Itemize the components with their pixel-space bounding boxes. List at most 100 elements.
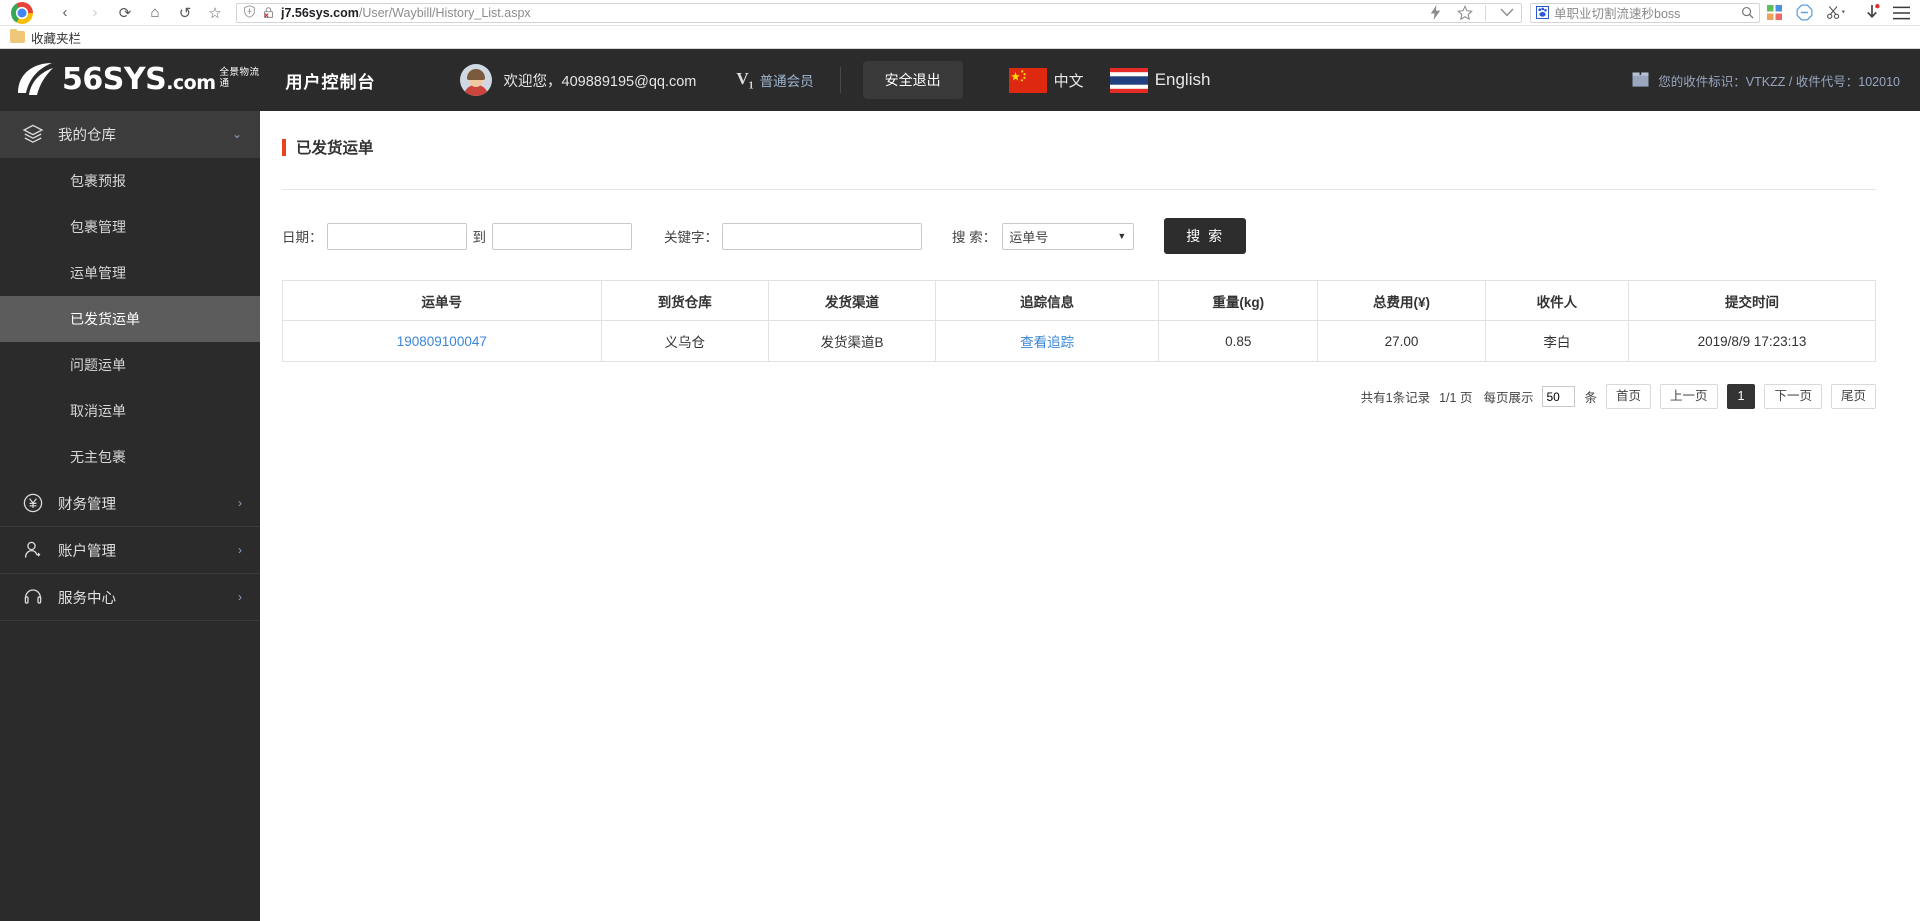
prev-page-button[interactable]: 上一页 (1660, 384, 1718, 409)
omnibox-actions (1417, 4, 1515, 21)
column-weight: 重量(kg) (1158, 280, 1319, 321)
brand-name: 56SYS.com (62, 62, 216, 97)
language-switch-english[interactable]: English (1109, 67, 1211, 93)
per-page-input[interactable] (1542, 386, 1576, 407)
language-label-english: English (1154, 70, 1211, 89)
waybill-link[interactable]: 190809100047 (397, 334, 487, 349)
brand-logo[interactable]: 56SYS.com 全景物流通 (12, 59, 268, 101)
url-domain: j7.56sys.com (281, 5, 359, 20)
sidebar-item-waybill-management[interactable]: 运单管理 (0, 250, 260, 296)
sidebar-group-my-warehouse[interactable]: 我的仓库 ⌄ (0, 111, 260, 158)
search-field-label: 搜 索： (952, 230, 997, 245)
column-waybill-no: 运单号 (282, 280, 602, 321)
receiver-info-text: 您的收件标识：VTKZZ / 收件代号：102010 (1658, 74, 1900, 89)
url-text: j7.56sys.com/User/Waybill/History_List.a… (281, 6, 531, 20)
cell-weight: 0.85 (1158, 320, 1319, 362)
table-row[interactable]: 190809100047 义乌仓 发货渠道B 查看追踪 0.85 27.00 李… (282, 320, 1876, 362)
chevron-right-icon: › (238, 496, 242, 510)
vip-badge-icon: V1 (736, 68, 754, 92)
bookmark-folder-label[interactable]: 收藏夹栏 (31, 28, 81, 47)
current-page-button[interactable]: 1 (1726, 384, 1756, 409)
sidebar-group-label: 财务管理 (58, 496, 116, 513)
language-label-chinese: 中文 (1053, 72, 1084, 90)
page-title-row: 已发货运单 (282, 111, 1876, 158)
sidebar-group-finance[interactable]: 财务管理 › (0, 480, 260, 527)
chevron-down-icon[interactable] (1498, 4, 1515, 21)
chevron-right-icon: › (238, 543, 242, 557)
brand-wordmark: 56SYS.com (62, 65, 216, 95)
next-page-button[interactable]: 下一页 (1764, 384, 1822, 409)
sidebar-group-service-center[interactable]: 服务中心 › (0, 574, 260, 621)
lightning-icon[interactable] (1427, 4, 1444, 21)
console-title: 用户控制台 (285, 72, 376, 92)
sidebar-item-shipped-waybills[interactable]: 已发货运单 (0, 296, 260, 342)
address-bar[interactable]: j7.56sys.com/User/Waybill/History_List.a… (236, 2, 1522, 23)
sidebar-item-cancelled-waybills[interactable]: 取消运单 (0, 388, 260, 434)
star-icon[interactable] (1456, 4, 1473, 21)
date-from-input[interactable] (326, 222, 467, 250)
cell-tracking: 查看追踪 (935, 320, 1160, 362)
first-page-button[interactable]: 首页 (1605, 384, 1651, 409)
cell-waybill-no: 190809100047 (282, 320, 602, 362)
browser-toolbar: ‹ › ⟳ ⌂ ↺ ☆ j7.56sys.com/User/Waybill/Hi… (0, 0, 1920, 26)
per-page-label: 每页展示 (1483, 391, 1534, 405)
swoosh-logo-icon (12, 59, 58, 101)
keyword-input[interactable] (722, 222, 922, 250)
header-divider (839, 67, 841, 93)
column-tracking: 追踪信息 (935, 280, 1160, 321)
hamburger-menu-icon[interactable] (1893, 4, 1910, 21)
membership-level: V1 普通会员 (736, 69, 813, 91)
insecure-lock-icon (262, 6, 275, 19)
per-page-unit: 条 (1584, 391, 1597, 405)
block-icon[interactable] (1796, 4, 1813, 21)
sidebar-group-label: 服务中心 (58, 590, 116, 607)
undo-button[interactable]: ↺ (170, 0, 200, 26)
scissors-icon[interactable] (1826, 4, 1850, 21)
sidebar-group-label: 我的仓库 (58, 127, 116, 144)
apps-grid-icon[interactable] (1766, 4, 1783, 21)
search-field-selected-value: 运单号 (1009, 229, 1049, 245)
title-accent-bar (282, 138, 286, 156)
sidebar-item-package-management[interactable]: 包裹管理 (0, 204, 260, 250)
column-channel: 发货渠道 (767, 280, 937, 321)
last-page-button[interactable]: 尾页 (1830, 384, 1876, 409)
sidebar-item-problem-waybills[interactable]: 问题运单 (0, 342, 260, 388)
bookmark-star-button[interactable]: ☆ (200, 0, 230, 26)
pagination: 共有1条记录 1/1 页 每页展示 条 首页 上一页 1 下一页 尾页 (282, 384, 1876, 409)
home-button[interactable]: ⌂ (140, 0, 170, 26)
sidebar-item-unclaimed-packages[interactable]: 无主包裹 (0, 434, 260, 480)
cell-total-fee: 27.00 (1317, 320, 1486, 362)
download-icon[interactable] (1863, 4, 1880, 21)
keyword-label: 关键字： (664, 230, 718, 245)
search-icon[interactable] (1741, 6, 1754, 19)
site-header: 56SYS.com 全景物流通 用户控制台 欢迎您，409889195@qq.c… (0, 49, 1920, 111)
browser-nav-buttons: ‹ › ⟳ ⌂ ↺ ☆ (50, 0, 230, 26)
column-submit-time: 提交时间 (1628, 280, 1876, 321)
china-flag-icon (1008, 67, 1047, 93)
view-tracking-link[interactable]: 查看追踪 (1020, 335, 1074, 350)
search-button[interactable]: 搜 索 (1164, 218, 1247, 254)
waybill-table: 运单号 到货仓库 发货渠道 追踪信息 重量(kg) 总费用(¥) 收件人 提交时… (282, 280, 1876, 362)
shield-icon (243, 4, 256, 21)
language-switch-chinese[interactable]: 中文 (1008, 67, 1084, 93)
sidebar-group-account[interactable]: 账户管理 › (0, 527, 260, 574)
cell-warehouse: 义乌仓 (600, 320, 769, 362)
chevron-down-icon: ▼ (1117, 231, 1127, 241)
table-body: 190809100047 义乌仓 发货渠道B 查看追踪 0.85 27.00 李… (282, 320, 1876, 362)
forward-button[interactable]: › (80, 0, 110, 26)
total-records-text: 共有1条记录 (1360, 391, 1431, 405)
logout-button[interactable]: 安全退出 (862, 61, 963, 99)
date-to-input[interactable] (492, 222, 632, 250)
receiver-identification: 您的收件标识：VTKZZ / 收件代号：102010 (1632, 71, 1920, 90)
user-icon (22, 539, 44, 561)
browser-search-box[interactable]: 单职业切割流速秒boss (1530, 2, 1760, 23)
brand-chinese-tagline: 全景物流通 (219, 66, 260, 89)
sidebar-item-package-forecast[interactable]: 包裹预报 (0, 158, 260, 204)
search-field-select[interactable]: 运单号 ▼ (1002, 222, 1135, 250)
reload-button[interactable]: ⟳ (110, 0, 140, 26)
cell-channel: 发货渠道B (767, 320, 937, 362)
avatar[interactable] (459, 64, 492, 96)
membership-label: 普通会员 (759, 73, 814, 89)
chrome-logo-icon (0, 0, 44, 26)
back-button[interactable]: ‹ (50, 0, 80, 26)
